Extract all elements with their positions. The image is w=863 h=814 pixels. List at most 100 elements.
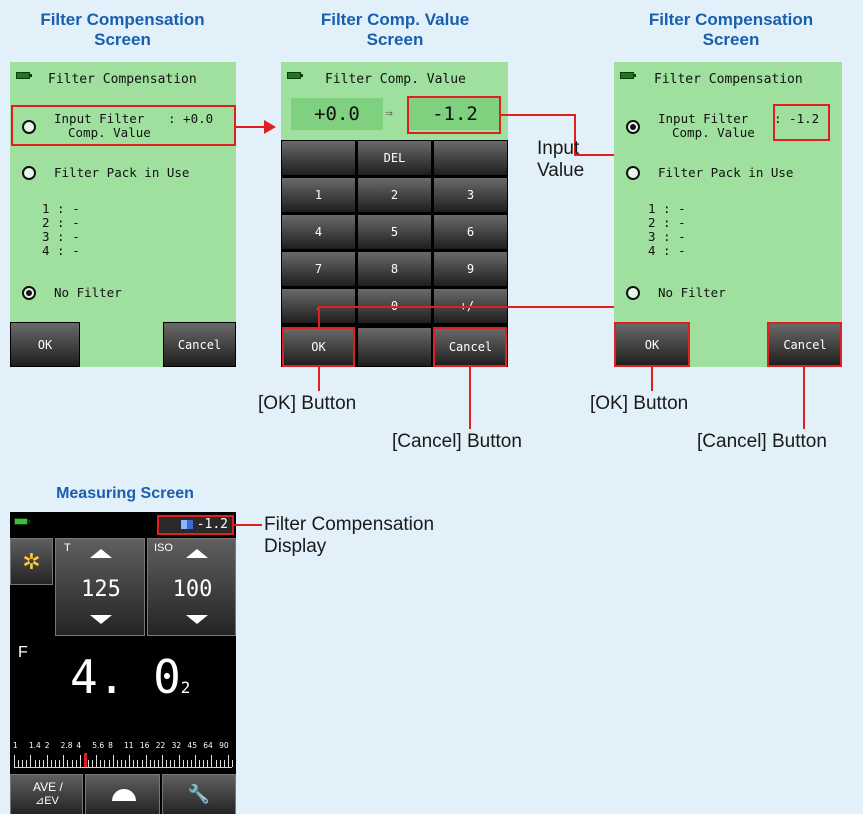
input-filter-radio[interactable] [626, 120, 640, 134]
scale-label: 1.4 [28, 741, 41, 750]
iso-up-button[interactable] [186, 549, 208, 558]
middle-caption-line1: Filter Comp. Value [320, 10, 470, 29]
scale-label: 8 [108, 741, 113, 750]
scale-tick [46, 755, 48, 767]
scale-label: 45 [187, 741, 197, 750]
filter-pack-radio[interactable] [22, 166, 36, 180]
scale-tick [92, 760, 94, 767]
filter-pack-radio[interactable] [626, 166, 640, 180]
scale-label: 5.6 [92, 741, 105, 750]
cancel-button[interactable]: Cancel [163, 322, 236, 367]
scale-tick [207, 760, 209, 767]
scale-label: 16 [139, 741, 150, 750]
scale-tick [203, 760, 205, 767]
scale-tick [199, 760, 201, 767]
key-2[interactable]: 2 [357, 177, 432, 213]
key-1[interactable]: 1 [281, 177, 356, 213]
battery-icon [620, 72, 636, 79]
middle-caption: Filter Comp. Value Screen [270, 10, 520, 50]
t-down-button[interactable] [90, 615, 112, 624]
key-4[interactable]: 4 [281, 214, 356, 250]
key-5[interactable]: 5 [357, 214, 432, 250]
screen-title: Filter Comp. Value [325, 72, 466, 87]
iso-down-button[interactable] [186, 615, 208, 624]
filter-pack-label: Filter Pack in Use [54, 165, 190, 180]
scale-tick [125, 760, 127, 767]
f-value: 4. 0 [70, 650, 181, 704]
input-value-line-h [501, 114, 575, 116]
scale-tick [51, 760, 53, 767]
scale-tick [194, 755, 196, 767]
no-filter-radio[interactable] [626, 286, 640, 300]
t-up-button[interactable] [90, 549, 112, 558]
scale-tick [227, 755, 229, 767]
key-8[interactable]: 8 [357, 251, 432, 287]
scale-tick [178, 755, 180, 767]
scale-tick [30, 755, 32, 767]
key-blank [433, 140, 508, 176]
scale-label: 2 [44, 741, 50, 750]
dome-icon [112, 789, 136, 801]
light-source-button[interactable]: ✲ [10, 538, 53, 585]
iso-label: ISO [154, 542, 173, 554]
scale-tick [26, 760, 28, 767]
scale-tick [215, 760, 217, 767]
scale-tick [96, 755, 98, 767]
shutter-speed-panel: T 125 [55, 538, 145, 636]
screen-title: Filter Compensation [48, 72, 197, 87]
key-7[interactable]: 7 [281, 251, 356, 287]
ave-ev-button[interactable]: AVE / ⊿EV [10, 774, 83, 814]
ok-callout-line-right [651, 367, 653, 391]
iso-panel: ISO 100 [147, 538, 236, 636]
transition-arrow-icon [264, 120, 276, 134]
aperture-scale-labels: 1 1.4 2 2.8 4 5.6 8 11 16 22 32 45 64 90 [12, 741, 234, 753]
measuring-caption: Measuring Screen [56, 485, 194, 502]
scale-tick [153, 760, 155, 767]
scale-tick [116, 760, 118, 767]
no-filter-label: No Filter [54, 285, 122, 300]
filter-slot-1: 1 : - [42, 201, 80, 216]
scale-tick [42, 760, 44, 767]
scale-tick [182, 760, 184, 767]
scale-tick [104, 760, 106, 767]
filter-display-note-line1: Filter Compensation [264, 514, 435, 535]
cancel-callout-line-middle [469, 367, 471, 429]
battery-icon [287, 72, 303, 79]
cancel-button-note-middle: [Cancel] Button [392, 431, 522, 452]
key-del[interactable]: DEL [357, 140, 432, 176]
scale-tick [174, 760, 176, 767]
arrow-symbol: ⇒ [385, 106, 393, 121]
key-3[interactable]: 3 [433, 177, 508, 213]
input-filter-value-highlight-right [773, 104, 830, 141]
wrench-icon: 🔧 [187, 784, 211, 804]
right-caption: Filter Compensation Screen [600, 10, 862, 50]
left-caption-line1: Filter Compensation [40, 10, 205, 29]
filter-slot-4: 4 : - [648, 243, 686, 258]
scale-tick [133, 760, 135, 767]
filter-display-note-line2: Display [264, 536, 327, 557]
scale-tick [67, 760, 69, 767]
input-value-note-line1: Input [537, 138, 580, 159]
scale-tick [141, 760, 143, 767]
scale-tick [88, 760, 90, 767]
scale-tick [112, 755, 114, 767]
filter-slot-3: 3 : - [648, 229, 686, 244]
t-label: T [64, 542, 71, 554]
filter-display-highlight [157, 515, 234, 535]
confirm-connector-line [318, 306, 615, 308]
battery-icon [16, 72, 32, 79]
cancel-button-highlight-right [767, 322, 842, 367]
numeric-keypad: DEL123456789.0+/- [281, 140, 508, 325]
f-subscript: 2 [180, 678, 191, 697]
ok-button[interactable]: OK [10, 322, 80, 367]
filter-pack-label: Filter Pack in Use [658, 165, 794, 180]
dome-button[interactable] [85, 774, 160, 814]
tool-button[interactable]: 🔧 [162, 774, 236, 814]
no-filter-radio[interactable] [22, 286, 36, 300]
key-9[interactable]: 9 [433, 251, 508, 287]
filter-display-note: Filter Compensation Display [264, 514, 434, 558]
scale-tick [63, 755, 65, 767]
key-6[interactable]: 6 [433, 214, 508, 250]
screen-title: Filter Compensation [654, 72, 803, 87]
right-caption-line1: Filter Compensation [648, 10, 814, 29]
